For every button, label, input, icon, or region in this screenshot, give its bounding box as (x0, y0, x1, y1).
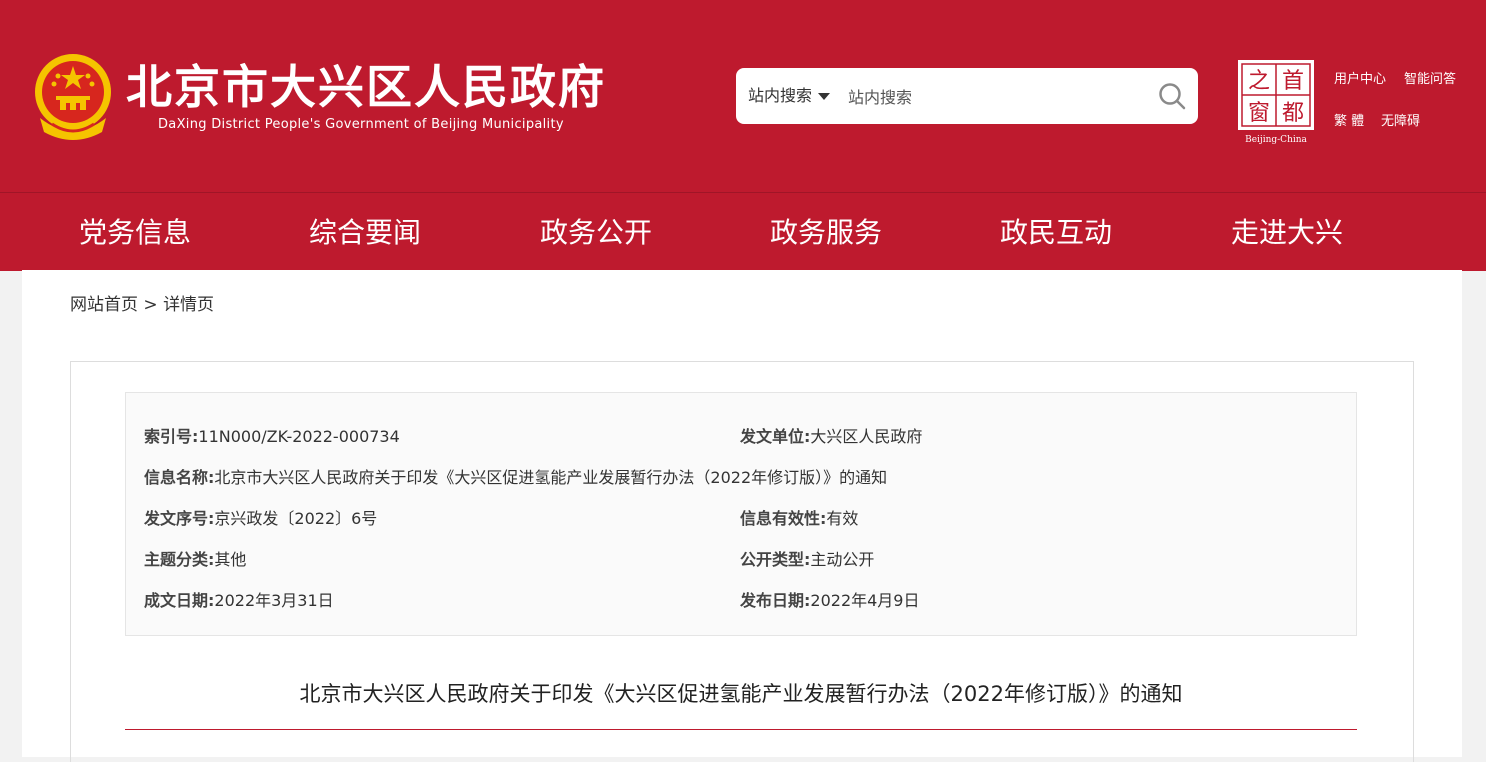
meta-label: 主题分类: (144, 550, 215, 569)
caret-down-icon (818, 93, 831, 100)
title-divider (125, 729, 1357, 730)
meta-index-number: 索引号:11N000/ZK-2022-000734 (144, 423, 400, 447)
meta-value: 北京市大兴区人民政府关于印发《大兴区促进氢能产业发展暂行办法（2022年修订版）… (214, 468, 888, 487)
meta-written-date: 成文日期:2022年3月31日 (144, 587, 334, 611)
nav-item-public-interaction[interactable]: 政民互动 (1000, 193, 1112, 271)
user-center-link[interactable]: 用户中心 (1334, 68, 1386, 87)
nav-item-news[interactable]: 综合要闻 (309, 193, 421, 271)
nav-item-party-affairs[interactable]: 党务信息 (79, 193, 191, 271)
article-container: 索引号:11N000/ZK-2022-000734 发文单位:大兴区人民政府 信… (70, 361, 1414, 762)
meta-issuer: 发文单位:大兴区人民政府 (740, 423, 922, 447)
meta-value: 11N000/ZK-2022-000734 (198, 427, 400, 446)
capital-logo-char: 之 (1248, 69, 1270, 94)
search-scope-label: 站内搜索 (748, 86, 813, 105)
meta-value: 2022年4月9日 (810, 591, 920, 610)
accessibility-link[interactable]: 无障碍 (1381, 110, 1420, 129)
nav-item-about-daxing[interactable]: 走进大兴 (1231, 193, 1343, 271)
meta-value: 2022年3月31日 (214, 591, 334, 610)
meta-document-number: 发文序号:京兴政发〔2022〕6号 (144, 505, 377, 529)
search-icon[interactable] (1156, 80, 1188, 112)
capital-logo-char: 窗 (1248, 101, 1270, 126)
meta-label: 公开类型: (740, 550, 811, 569)
meta-label: 发布日期: (740, 591, 811, 610)
site-header: 北京市大兴区人民政府 DaXing District People's Gove… (0, 0, 1486, 192)
meta-publish-date: 发布日期:2022年4月9日 (740, 587, 920, 611)
search-box: 站内搜索 (736, 68, 1198, 124)
meta-label: 信息有效性: (740, 509, 827, 528)
meta-label: 发文单位: (740, 427, 811, 446)
document-metadata: 索引号:11N000/ZK-2022-000734 发文单位:大兴区人民政府 信… (125, 392, 1357, 636)
meta-value: 有效 (826, 509, 859, 528)
capital-window-logo[interactable]: 之 首 窗 都 Beijing-China (1236, 58, 1316, 146)
meta-label: 信息名称: (144, 468, 215, 487)
meta-public-type: 公开类型:主动公开 (740, 546, 874, 570)
article-title: 北京市大兴区人民政府关于印发《大兴区促进氢能产业发展暂行办法（2022年修订版）… (299, 682, 1183, 706)
search-scope-dropdown[interactable]: 站内搜索 (748, 68, 831, 124)
meta-value: 京兴政发〔2022〕6号 (214, 509, 378, 528)
main-content: 网站首页 > 详情页 索引号:11N000/ZK-2022-000734 发文单… (22, 270, 1462, 762)
national-emblem-icon (35, 54, 111, 140)
meta-label: 成文日期: (144, 591, 215, 610)
meta-info-name: 信息名称:北京市大兴区人民政府关于印发《大兴区促进氢能产业发展暂行办法（2022… (144, 464, 887, 488)
capital-logo-char: 都 (1282, 101, 1304, 126)
meta-label: 索引号: (144, 427, 199, 446)
meta-value: 其他 (214, 550, 247, 569)
nav-item-government-disclosure[interactable]: 政务公开 (540, 193, 652, 271)
site-subtitle: DaXing District People's Government of B… (158, 117, 564, 132)
breadcrumb: 网站首页 > 详情页 (70, 290, 214, 315)
meta-value: 主动公开 (810, 550, 875, 569)
traditional-chinese-link[interactable]: 繁 體 (1334, 110, 1364, 129)
site-title[interactable]: 北京市大兴区人民政府 (126, 60, 606, 114)
meta-validity: 信息有效性:有效 (740, 505, 858, 529)
breadcrumb-current: 详情页 (163, 295, 215, 315)
meta-label: 发文序号: (144, 509, 215, 528)
breadcrumb-separator: > (143, 295, 158, 315)
smart-qa-link[interactable]: 智能问答 (1404, 68, 1456, 87)
capital-logo-caption: Beijing-China (1245, 135, 1307, 145)
meta-topic: 主题分类:其他 (144, 546, 246, 570)
meta-value: 大兴区人民政府 (810, 427, 923, 446)
search-input[interactable] (846, 78, 1140, 116)
capital-logo-char: 首 (1282, 69, 1304, 94)
nav-item-government-services[interactable]: 政务服务 (770, 193, 882, 271)
main-nav: 党务信息 综合要闻 政务公开 政务服务 政民互动 走进大兴 (0, 192, 1486, 271)
breadcrumb-home-link[interactable]: 网站首页 (70, 295, 138, 315)
